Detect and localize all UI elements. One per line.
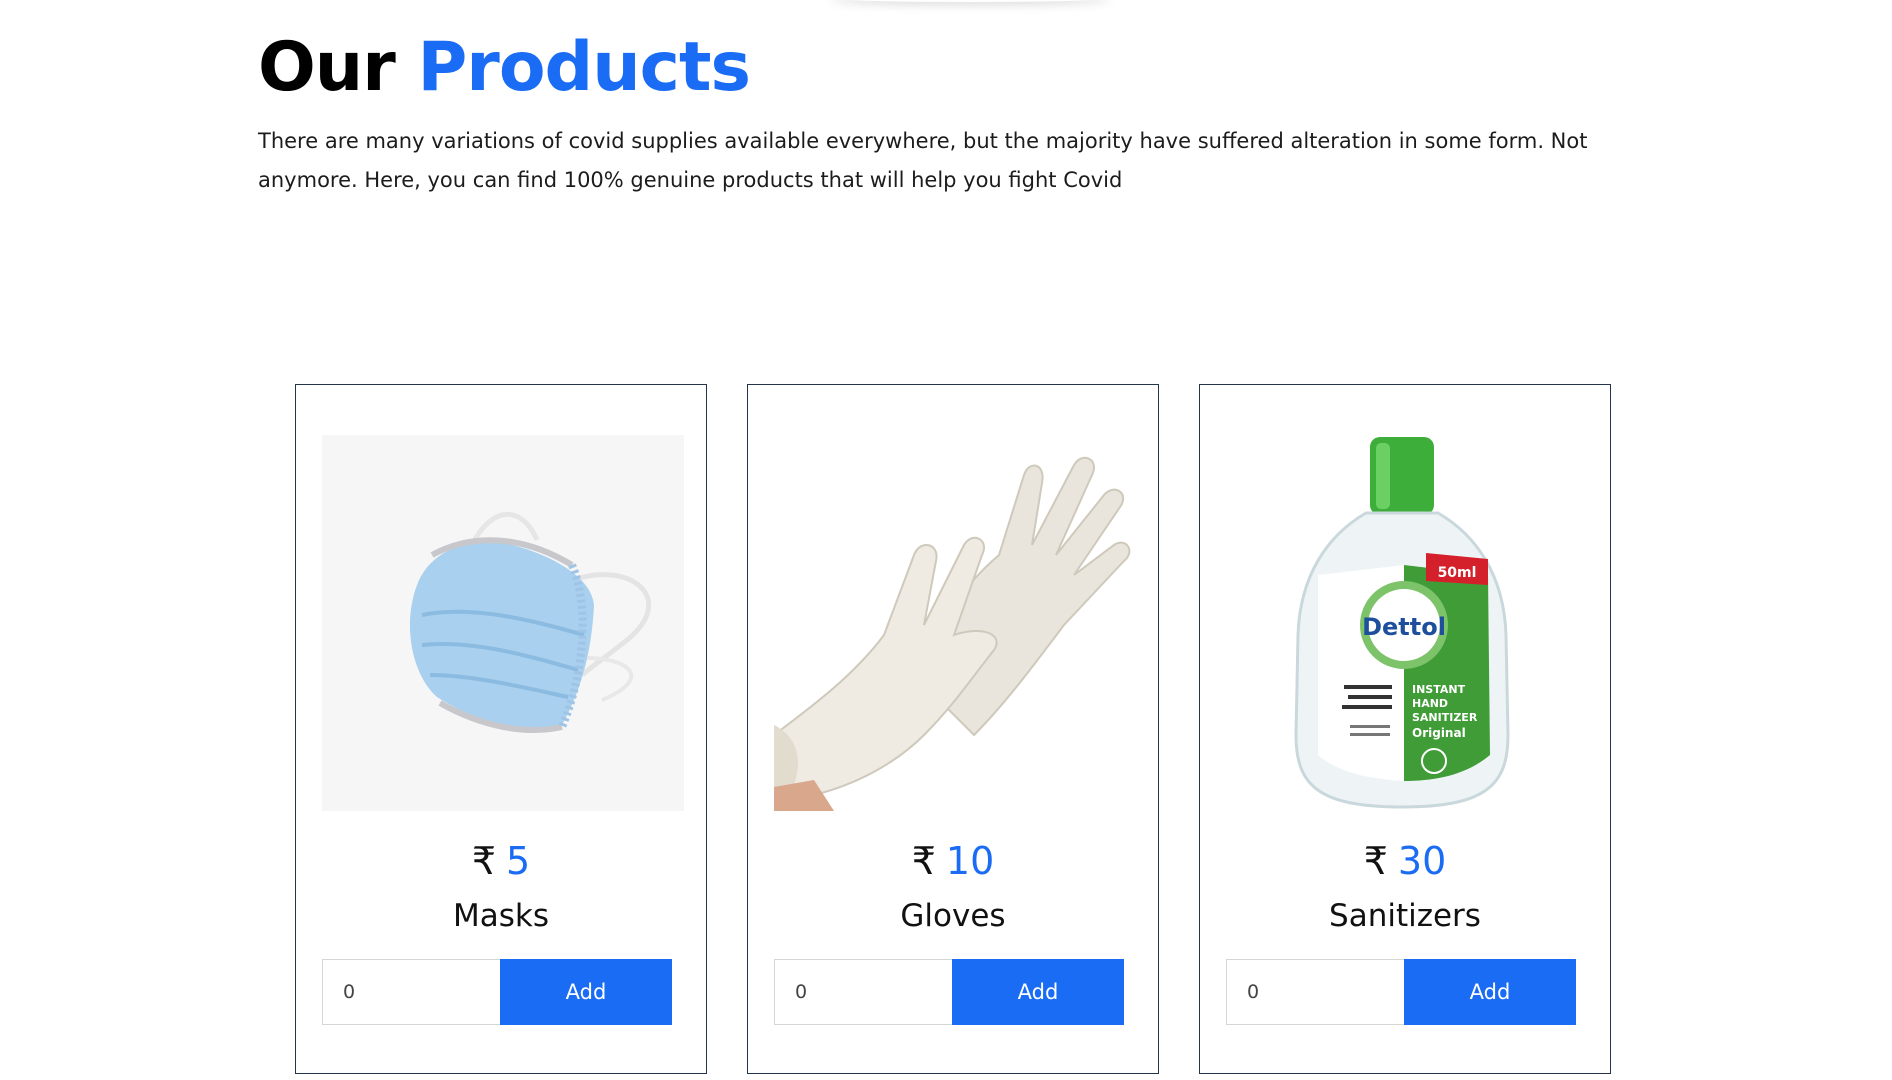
sanitizer-label-line-2: HAND <box>1412 697 1448 710</box>
add-to-cart-button[interactable]: Add <box>952 959 1124 1025</box>
product-name: Sanitizers <box>1329 898 1481 934</box>
top-fade-shadow <box>830 0 1110 2</box>
sanitizer-label-line-3: SANITIZER <box>1412 711 1478 724</box>
product-card-gloves: ₹10 Gloves Add <box>747 384 1159 1074</box>
quantity-input[interactable] <box>322 959 501 1025</box>
sanitizer-label-line-1: INSTANT <box>1412 683 1466 696</box>
product-price: ₹5 <box>296 837 706 885</box>
product-card-sanitizers: 50ml Dettol INSTANT HAND SANITIZER Origi… <box>1199 384 1611 1074</box>
add-to-cart-button[interactable]: Add <box>500 959 672 1025</box>
add-to-cart-button[interactable]: Add <box>1404 959 1576 1025</box>
price-value: 30 <box>1397 839 1447 883</box>
sanitizer-volume-text: 50ml <box>1438 565 1477 581</box>
title-prefix: Our <box>258 28 396 107</box>
title-highlight: Products <box>417 28 750 107</box>
price-value: 10 <box>945 839 995 883</box>
quantity-input[interactable] <box>774 959 953 1025</box>
page-title: Our Products <box>258 28 751 108</box>
product-price: ₹30 <box>1200 837 1610 885</box>
surgical-mask-image <box>322 435 684 811</box>
sanitizer-label-line-4: Original <box>1412 726 1466 740</box>
product-price: ₹10 <box>748 837 1158 885</box>
currency-symbol: ₹ <box>1363 839 1388 883</box>
page-description: There are many variations of covid suppl… <box>258 129 1588 192</box>
latex-gloves-image <box>774 435 1136 811</box>
price-value: 5 <box>506 839 531 883</box>
currency-symbol: ₹ <box>911 839 936 883</box>
sanitizer-brand-text: Dettol <box>1362 613 1446 641</box>
product-card-masks: ₹5 Masks Add <box>295 384 707 1074</box>
product-name: Gloves <box>900 898 1006 934</box>
quantity-input[interactable] <box>1226 959 1405 1025</box>
hand-sanitizer-bottle-image: 50ml Dettol INSTANT HAND SANITIZER Origi… <box>1226 435 1588 811</box>
currency-symbol: ₹ <box>471 839 496 883</box>
product-name: Masks <box>453 898 549 934</box>
